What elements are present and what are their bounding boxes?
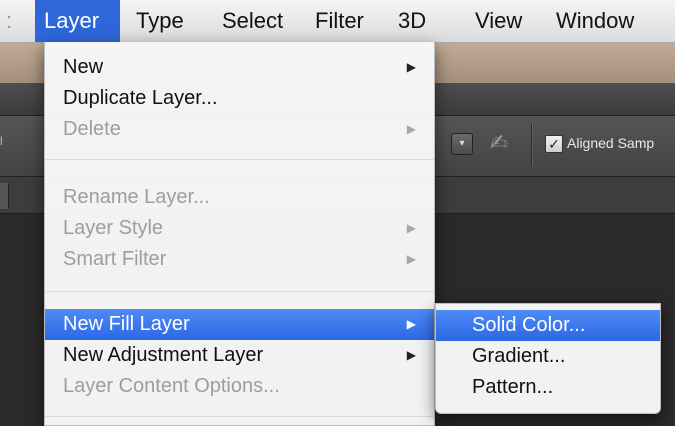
menu-item-label: Delete (63, 118, 121, 140)
menu-item-label: New Adjustment Layer (63, 344, 264, 366)
menu-item-label: Layer Content Options... (63, 375, 280, 397)
menu-item-layer-style: Layer Style ▶ (45, 213, 434, 244)
triangle-right-icon: ▶ (406, 122, 416, 136)
menubar-item-view[interactable]: View (469, 0, 528, 42)
submenu-item-pattern[interactable]: Pattern... (436, 372, 660, 403)
menu-item-label: Duplicate Layer... (63, 87, 218, 109)
menu-item-smart-filter: Smart Filter ▶ (45, 244, 434, 275)
submenu-item-label: Solid Color... (472, 314, 586, 336)
triangle-right-icon: ▶ (406, 252, 416, 266)
triangle-right-icon: ▶ (406, 348, 416, 362)
menubar-item-filter[interactable]: Filter (309, 0, 370, 42)
menu-item-label: Rename Layer... (63, 186, 210, 208)
submenu-item-label: Gradient... (472, 345, 566, 367)
menu-item-label: Layer Style (63, 217, 164, 239)
app-menubar: : Layer Type Select Filter 3D View Windo… (0, 0, 675, 43)
submenu-item-gradient[interactable]: Gradient... (436, 341, 660, 372)
submenu-item-solid-color[interactable]: Solid Color... (436, 310, 660, 341)
menubar-item-layer[interactable]: Layer (35, 0, 120, 42)
panel-edge (0, 183, 9, 209)
new-fill-layer-submenu: Solid Color... Gradient... Pattern... (435, 303, 661, 414)
triangle-right-icon: ▶ (406, 317, 416, 331)
aligned-sample-label: Aligned Samp (567, 135, 655, 151)
dropdown-arrow-icon[interactable]: ▾ (451, 133, 473, 155)
menu-separator (45, 159, 434, 160)
menu-item-new-fill-layer[interactable]: New Fill Layer ▶ (45, 309, 434, 340)
options-separator (531, 124, 532, 166)
menubar-item-window[interactable]: Window (550, 0, 640, 42)
menu-item-delete: Delete ▶ (45, 114, 434, 145)
menu-item-rename-layer: Rename Layer... (45, 182, 434, 213)
checkmark-icon: ✓ (548, 136, 560, 152)
menu-item-label: New Fill Layer (63, 313, 190, 335)
pressure-brush-icon[interactable]: ✍ (484, 129, 514, 157)
triangle-right-icon: ▶ (406, 221, 416, 235)
menubar-item-type[interactable]: Type (130, 0, 190, 42)
menubar-item-3d[interactable]: 3D (392, 0, 432, 42)
submenu-item-label: Pattern... (472, 376, 554, 398)
triangle-right-icon: ▶ (406, 60, 416, 74)
menu-item-label: New (63, 56, 104, 78)
menu-separator (45, 291, 434, 292)
menu-item-layer-content-options: Layer Content Options... (45, 371, 434, 402)
menubar-item-partial[interactable]: : (0, 0, 18, 42)
menu-item-new-adjustment-layer[interactable]: New Adjustment Layer ▶ (45, 340, 434, 371)
menubar-item-select[interactable]: Select (216, 0, 289, 42)
menu-item-new[interactable]: New ▶ (45, 52, 434, 83)
menu-separator (45, 416, 434, 417)
menu-item-duplicate-layer[interactable]: Duplicate Layer... (45, 83, 434, 114)
menu-item-label: Smart Filter (63, 248, 167, 270)
layer-menu: New ▶ Duplicate Layer... Delete ▶ Rename… (44, 42, 435, 426)
aligned-sample-checkbox[interactable]: ✓ (545, 135, 563, 153)
options-bar-partial-control[interactable]: l (0, 134, 3, 148)
